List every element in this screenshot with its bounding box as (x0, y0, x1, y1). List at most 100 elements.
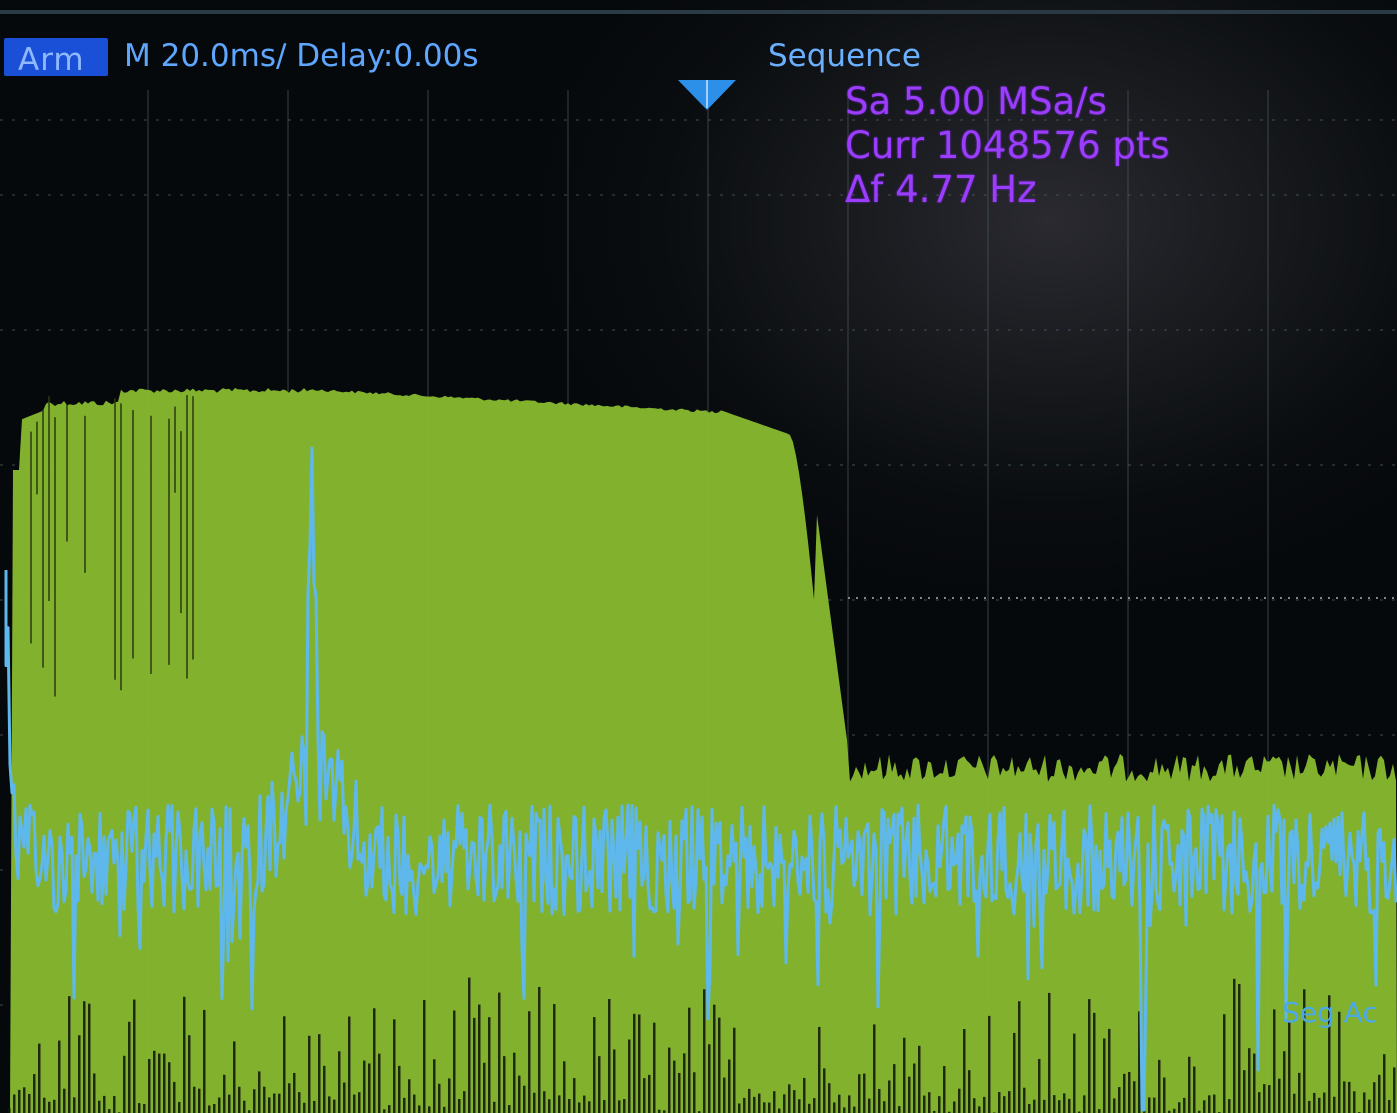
spectrum-dropout (208, 1105, 211, 1113)
spectrum-dropout (66, 404, 68, 542)
spectrum-dropout (1188, 1056, 1191, 1113)
spectrum-dropout (1368, 1099, 1371, 1113)
spectrum-dropout (758, 1093, 761, 1113)
current-points-readout: Curr 1048576 pts (845, 124, 1170, 167)
spectrum-dropout (383, 1109, 386, 1113)
spectrum-dropout (192, 396, 194, 660)
spectrum-dropout (103, 1095, 106, 1113)
spectrum-dropout (568, 1098, 571, 1113)
oscilloscope-screen: Arm M 20.0ms/ Delay:0.00s Sequence Sa 5.… (0, 0, 1397, 1113)
spectrum-dropout (1348, 1081, 1351, 1113)
spectrum-dropout (623, 1099, 626, 1113)
spectrum-dropout (150, 415, 152, 674)
spectrum-dropout (728, 1059, 731, 1113)
spectrum-dropout (1343, 1081, 1346, 1113)
spectrum-dropout (1318, 1097, 1321, 1113)
spectrum-dropout (1093, 1012, 1096, 1113)
arm-status-badge[interactable]: Arm (4, 38, 108, 78)
spectrum-dropout (1153, 1097, 1156, 1113)
spectrum-dropout (693, 1072, 696, 1113)
spectrum-dropout (638, 1014, 641, 1113)
spectrum-dropout (828, 1083, 831, 1113)
spectrum-dropout (318, 1034, 321, 1113)
spectrum-dropout (478, 1004, 481, 1113)
spectrum-dropout (418, 1105, 421, 1113)
spectrum-dropout (1353, 1091, 1356, 1113)
spectrum-dropout (1163, 1077, 1166, 1113)
spectrum-dropout (38, 1043, 41, 1113)
spectrum-dropout (1118, 1087, 1121, 1113)
spectrum-dropout (413, 1094, 416, 1113)
spectrum-dropout (1213, 1094, 1216, 1113)
spectrum-dropout (303, 1102, 306, 1113)
spectrum-dropout (1173, 1108, 1176, 1113)
spectrum-dropout (483, 1062, 486, 1113)
spectrum-dropout (298, 1092, 301, 1113)
spectrum-dropout (1248, 1048, 1251, 1113)
spectrum-dropout (63, 1088, 66, 1113)
spectrum-dropout (323, 1065, 326, 1113)
spectrum-dropout (1043, 1099, 1046, 1113)
spectrum-dropout (1208, 1095, 1211, 1113)
spectrum-dropout (268, 1097, 271, 1113)
spectrum-dropout (1323, 1092, 1326, 1113)
spectrum-dropout (1028, 1103, 1031, 1113)
spectrum-dropout (558, 1095, 561, 1113)
spectrum-dropout (443, 1106, 446, 1113)
trigger-position-marker[interactable] (678, 80, 736, 116)
spectrum-dropout (1128, 1071, 1131, 1113)
spectrum-dropout (798, 1099, 801, 1113)
spectrum-dropout (163, 1053, 166, 1113)
spectrum-dropout (708, 1044, 711, 1113)
spectrum-dropout (553, 1004, 556, 1113)
spectrum-dropout (378, 1053, 381, 1113)
spectrum-dropout (108, 1109, 111, 1113)
spectrum-dropout (513, 1052, 516, 1113)
spectrum-dropout (723, 1077, 726, 1113)
spectrum-dropout (1288, 1021, 1291, 1113)
spectrum-dropout (538, 986, 541, 1113)
spectrum-dropout (773, 1091, 776, 1113)
spectrum-dropout (1278, 1078, 1281, 1113)
spectrum-dropout (703, 989, 706, 1113)
waveform-display (0, 90, 1397, 1113)
spectrum-dropout (36, 421, 38, 495)
spectrum-dropout (1123, 1073, 1126, 1113)
spectrum-dropout (238, 1086, 241, 1113)
spectrum-dropout (833, 1102, 836, 1113)
spectrum-dropout (1313, 1092, 1316, 1113)
spectrum-dropout (1258, 1092, 1261, 1113)
spectrum-dropout (563, 1061, 566, 1113)
spectrum-dropout (448, 1078, 451, 1113)
spectrum-dropout (633, 1013, 636, 1113)
spectrum-dropout (983, 1096, 986, 1113)
spectrum-dropout (113, 1096, 116, 1113)
spectrum-dropout (48, 396, 50, 601)
timebase-readout[interactable]: M 20.0ms/ Delay:0.00s (124, 38, 479, 74)
spectrum-dropout (78, 1035, 81, 1113)
spectrum-dropout (403, 1097, 406, 1113)
spectrum-dropout (598, 1056, 601, 1113)
spectrum-dropout (428, 1106, 431, 1113)
spectrum-dropout (688, 1007, 691, 1113)
spectrum-dropout (913, 1063, 916, 1113)
spectrum-dropout (1178, 1102, 1181, 1113)
spectrum-dropout (678, 1072, 681, 1113)
spectrum-dropout (58, 1040, 61, 1113)
spectrum-dropout (1223, 1014, 1226, 1113)
spectrum-dropout (1388, 1100, 1391, 1113)
spectrum-dropout (1083, 1095, 1086, 1113)
spectrum-dropout (628, 1039, 631, 1113)
spectrum-dropout (258, 1071, 261, 1113)
spectrum-dropout (233, 1041, 236, 1113)
spectrum-dropout (273, 1093, 276, 1113)
spectrum-dropout (223, 1074, 226, 1113)
spectrum-dropout (648, 1074, 651, 1113)
spectrum-dropout (588, 1101, 591, 1113)
acquisition-mode-label[interactable]: Sequence (768, 38, 921, 74)
spectrum-dropout (748, 1088, 751, 1113)
spectrum-dropout (763, 1102, 766, 1113)
spectrum-dropout (1308, 1100, 1311, 1113)
spectrum-dropout (1203, 1100, 1206, 1113)
spectrum-dropout (18, 1089, 21, 1113)
